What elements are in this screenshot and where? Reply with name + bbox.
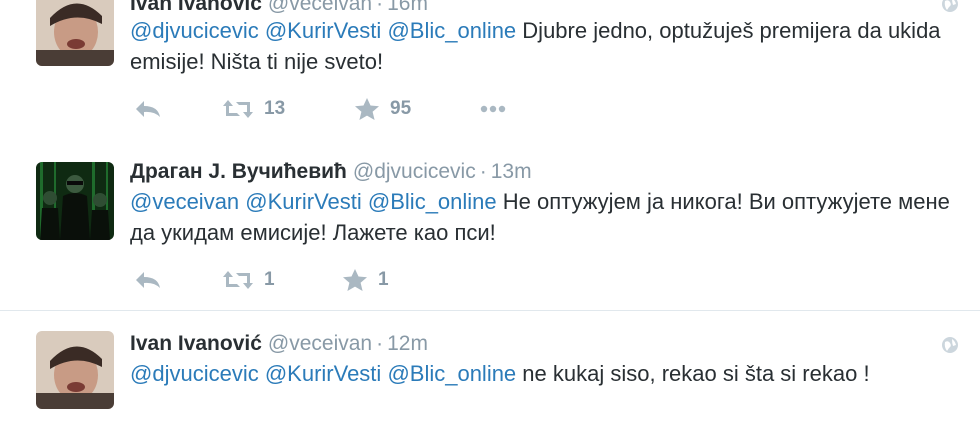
tweet-timestamp[interactable]: 12m: [387, 332, 428, 355]
favorite-icon: [343, 269, 367, 291]
mention-link[interactable]: @Blic_online: [368, 189, 497, 214]
tweet[interactable]: Ivan Ivanović @veceivan · 12m @djvucicevic …: [0, 311, 980, 431]
mention-link[interactable]: @djvucicevic: [130, 18, 259, 43]
tweet-actions: 13 95: [130, 94, 630, 124]
retweet-count: 1: [264, 269, 275, 290]
mention-link[interactable]: @Blic_online: [387, 18, 516, 43]
favorite-count: 1: [378, 269, 389, 290]
tweet-header: Ivan Ivanović @veceivan · 16m: [130, 0, 428, 16]
globe-icon: [942, 0, 958, 12]
retweet-icon: [223, 271, 253, 289]
favorite-button[interactable]: 1: [342, 265, 389, 295]
tweet-text: @veceivan @KurirVesti @Blic_online Не оп…: [130, 186, 950, 248]
tweet-actions: 1 1: [130, 265, 630, 295]
author-name[interactable]: Ivan Ivanović: [130, 332, 262, 355]
reply-icon: [136, 101, 160, 117]
mention-link[interactable]: @djvucicevic: [130, 361, 259, 386]
favorite-button[interactable]: 95: [354, 94, 411, 124]
retweet-button[interactable]: 13: [222, 94, 285, 124]
avatar[interactable]: [36, 0, 114, 66]
tweet-timestamp[interactable]: 13m: [491, 160, 532, 183]
avatar[interactable]: [36, 331, 114, 409]
tweet-text: @djvucicevic @KurirVesti @Blic_online ne…: [130, 358, 950, 389]
retweet-button[interactable]: 1: [222, 265, 275, 295]
more-button[interactable]: [480, 94, 506, 124]
author-name[interactable]: Ivan Ivanović: [130, 0, 262, 15]
mention-link[interactable]: @veceivan: [130, 189, 239, 214]
mention-link[interactable]: @Blic_online: [387, 361, 516, 386]
globe-icon: [942, 337, 958, 353]
reply-icon: [136, 272, 160, 288]
tweet-timestamp[interactable]: 16m: [387, 0, 428, 15]
mention-link[interactable]: @KurirVesti: [245, 189, 361, 214]
favorite-icon: [355, 98, 379, 120]
reply-button[interactable]: [134, 265, 162, 295]
tweet[interactable]: Драган J. Вучићевић @djvucicevic · 13m @vec…: [0, 140, 980, 311]
mention-link[interactable]: @KurirVesti: [265, 18, 381, 43]
avatar[interactable]: [36, 162, 114, 240]
favorite-count: 95: [390, 98, 412, 119]
tweet-header: Драган J. Вучићевић @djvucicevic · 13m: [130, 160, 532, 183]
author-name[interactable]: Драган J. Вучићевић: [130, 160, 347, 183]
author-handle[interactable]: @veceivan: [268, 0, 372, 15]
mention-link[interactable]: @KurirVesti: [265, 361, 381, 386]
tweet-header: Ivan Ivanović @veceivan · 12m: [130, 332, 428, 355]
more-icon: [480, 105, 506, 113]
tweet[interactable]: Ivan Ivanović @veceivan · 16m @djvucicevic …: [0, 0, 980, 141]
author-handle[interactable]: @veceivan: [268, 332, 372, 355]
retweet-count: 13: [264, 98, 286, 119]
tweet-text: @djvucicevic @KurirVesti @Blic_online Dj…: [130, 15, 950, 77]
author-handle[interactable]: @djvucicevic: [353, 160, 476, 183]
retweet-icon: [223, 100, 253, 118]
tweet-body: ne kukaj siso, rekao si šta si rekao !: [522, 361, 870, 386]
reply-button[interactable]: [134, 94, 162, 124]
